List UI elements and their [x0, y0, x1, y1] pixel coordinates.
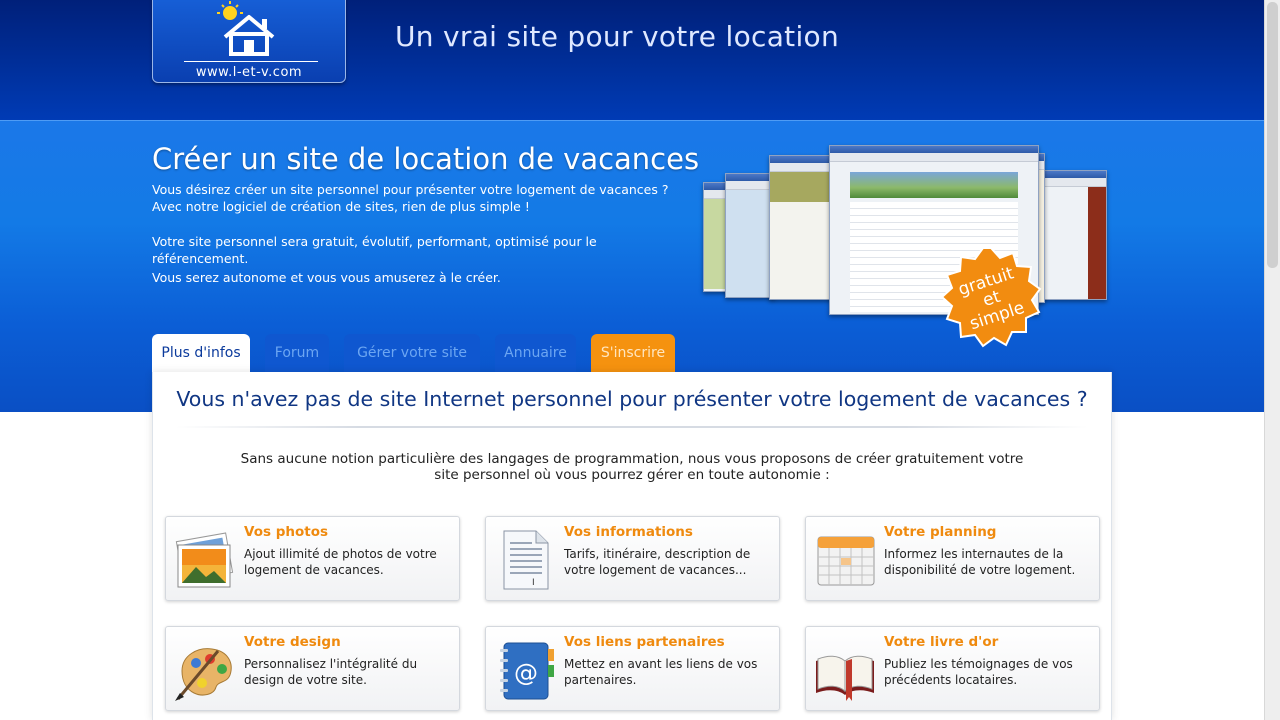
feature-livre-or-title: Votre livre d'or — [884, 634, 999, 650]
feature-design-title: Votre design — [244, 634, 341, 650]
feature-liens-title: Vos liens partenaires — [564, 634, 725, 650]
hero-paragraph-3: Vous serez autonome et vous vous amusere… — [152, 270, 501, 285]
feature-photos-title: Vos photos — [244, 524, 329, 540]
tab-annuaire[interactable]: Annuaire — [495, 334, 576, 372]
feature-design-desc: Personnalisez l'intégralité du design de… — [244, 657, 418, 687]
feature-informations-desc: Tarifs, itinéraire, description de votre… — [564, 547, 751, 577]
book-icon — [816, 655, 874, 701]
feature-photos[interactable]: Vos photos Ajout illimité de photos de v… — [165, 516, 460, 601]
feature-planning-desc: Informez les internautes de la disponibi… — [884, 547, 1076, 577]
website-screenshots — [703, 145, 1109, 370]
tab-gerer-site[interactable]: Gérer votre site — [344, 334, 480, 372]
scrollbar-thumb[interactable] — [1267, 2, 1278, 268]
hero-paragraph-1: Vous désirez créer un site personnel pou… — [152, 182, 669, 214]
feature-livre-or-desc: Publiez les témoignages de vos précédent… — [884, 657, 1073, 687]
hero-paragraph-2: Votre site personnel sera gratuit, évolu… — [152, 234, 597, 266]
feature-planning-title: Votre planning — [884, 524, 997, 540]
document-icon: I — [503, 530, 549, 590]
tab-plus-infos[interactable]: Plus d'infos — [152, 334, 250, 372]
site-logo[interactable]: www.l-et-v.com — [152, 0, 346, 83]
calendar-icon — [817, 536, 875, 586]
svg-text:@: @ — [514, 659, 538, 687]
vertical-scrollbar[interactable] — [1264, 0, 1280, 720]
photos-icon — [175, 532, 234, 588]
feature-informations-title: Vos informations — [564, 524, 693, 540]
feature-planning[interactable]: Votre planning Informez les internautes … — [805, 516, 1100, 601]
hero-title: Créer un site de location de vacances — [152, 142, 700, 176]
feature-livre-or[interactable]: Votre livre d'or Publiez les témoignages… — [805, 626, 1100, 711]
logo-url: www.l-et-v.com — [195, 65, 303, 80]
house-icon — [217, 1, 275, 56]
palette-icon — [175, 648, 232, 701]
free-simple-badge: gratuit et simple — [940, 246, 1042, 348]
tab-forum[interactable]: Forum — [265, 334, 329, 372]
feature-design[interactable]: Votre design Personnalisez l'intégralité… — [165, 626, 460, 711]
address-book-icon: @ — [500, 642, 554, 700]
intro-text: Sans aucune notion particulière des lang… — [240, 451, 1024, 483]
feature-photos-desc: Ajout illimité de photos de votre logeme… — [244, 547, 437, 577]
tab-inscrire[interactable]: S'inscrire — [591, 334, 675, 372]
site-tagline: Un vrai site pour votre location — [395, 20, 839, 53]
feature-informations[interactable]: I Vos informations Tarifs, itinéraire, d… — [485, 516, 780, 601]
feature-liens-desc: Mettez en avant les liens de vos partena… — [564, 657, 758, 687]
svg-text:I: I — [532, 578, 535, 588]
page-title: Vous n'avez pas de site Internet personn… — [176, 387, 1088, 411]
feature-liens[interactable]: @ Vos liens partenaires Mettez en avant … — [485, 626, 780, 711]
divider — [176, 426, 1088, 428]
